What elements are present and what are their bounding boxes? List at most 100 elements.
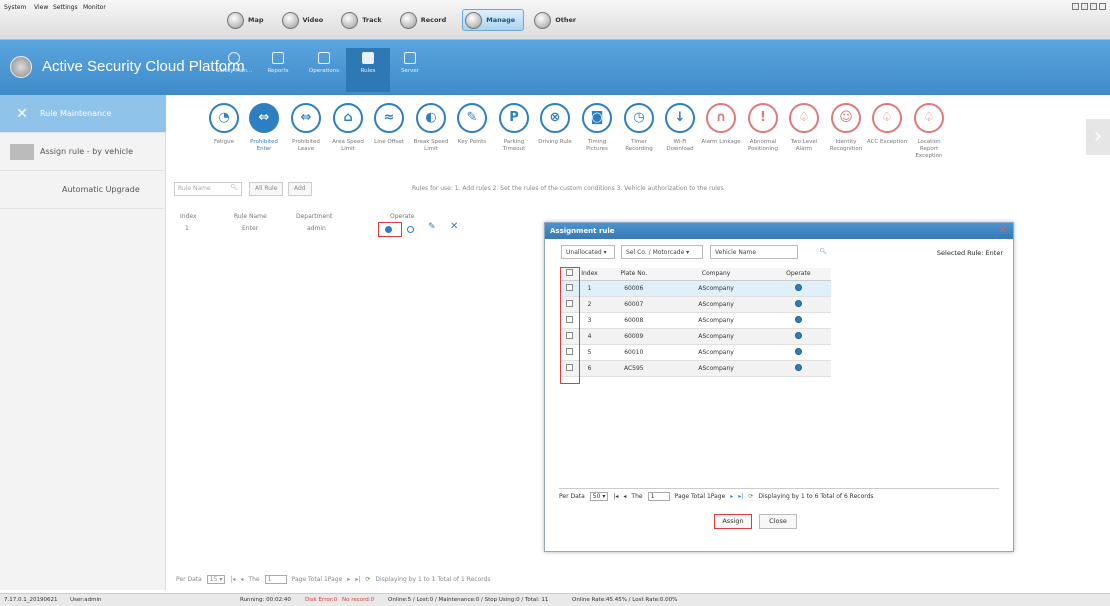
dialog-prev-page-icon[interactable]: ◂ [623,493,626,500]
assign-button[interactable]: Assign [714,514,752,529]
allocation-filter-select[interactable]: Unallocated ▾ [561,245,615,259]
table-row[interactable]: 2 60007 AScompany [561,296,831,313]
track-icon [341,11,359,29]
page-number-input[interactable]: 1 [264,574,287,584]
next-page-icon[interactable]: ▸ [347,576,350,583]
tab-reports[interactable]: Reports [256,48,300,92]
platform-logo-icon [10,56,32,78]
online-rate-label: Online Rate:45.45% / Lost Rate:0.00% [572,597,678,603]
module-track-button[interactable]: Track [339,9,390,31]
rule-wifi-download[interactable]: ↓ Wi-Fi Download [659,103,701,153]
rule-area-speed-limit[interactable]: ⌂ Area Speed Limit [327,103,369,153]
table-row[interactable]: 1 60006 AScompany [561,280,831,297]
menu-system[interactable]: System [4,4,26,11]
assign-gear-icon[interactable] [794,299,802,307]
edit-icon[interactable]: ✎ [428,222,436,232]
menu-monitor[interactable]: Monitor [83,4,106,11]
first-page-icon[interactable]: |◂ [230,576,235,583]
dialog-next-page-icon[interactable]: ▸ [730,493,733,500]
settings-window-icon[interactable] [1072,3,1079,10]
company-motorcade-select[interactable]: Sel Co. / Motorcade ▾ [621,245,703,259]
rule-identity-recognition[interactable]: ☺ Identity Recognition [825,103,867,153]
search-icon[interactable]: 🔍︎ [230,184,238,191]
col-vehicle-index: Index [577,268,602,281]
module-record-button[interactable]: Record [398,9,455,31]
rule-timing-pictures[interactable]: ◙ Timing Pictures [576,103,618,153]
tab-safety-management[interactable]: Safety Man... [212,48,256,92]
rule-prohibited-leave[interactable]: ⇔ Prohibited Leave [285,103,327,153]
module-map-button[interactable]: Map [225,9,272,31]
camera-icon: ◙ [582,103,612,133]
assign-gear-icon[interactable] [794,283,802,291]
table-row[interactable]: 5 60010 AScompany [561,344,831,361]
rule-two-level-alarm[interactable]: ♤ Two Level Alarm [783,103,825,153]
menu-settings[interactable]: Settings [53,4,78,11]
driving-rule-icon: ⊗ [540,103,570,133]
rule-prohibited-enter[interactable]: ⇔ Prohibited Enter [243,103,285,153]
settings-icon[interactable] [407,226,414,233]
rule-toolbar: Rule Name 🔍︎ All Rule Add Rules for use: … [174,180,1104,202]
manage-icon [465,11,483,29]
sidebar-item-automatic-upgrade[interactable]: Automatic Upgrade [0,171,166,209]
dialog-per-page-select[interactable]: 50 ▾ [589,492,609,501]
vehicle-name-input[interactable]: Vehicle Name 🔍︎ [710,245,827,259]
operations-icon [318,52,330,64]
next-rules-button[interactable]: › [1086,119,1110,155]
assign-gear-icon[interactable] [794,347,802,355]
sidebar-item-rule-maintenance[interactable]: ✕ Rule Maintenance [0,95,166,133]
rule-type-bar: ◔ Fatigue ⇔ Prohibited Enter ⇔ Prohibited L… [167,95,1110,179]
dialog-page-input[interactable]: 1 [647,492,670,501]
rule-location-report-exception[interactable]: ♤ Location Report Exception [908,103,950,160]
rule-acc-exception[interactable]: ♤ ACC Exception [866,103,908,146]
close-icon[interactable]: ✕ [999,225,1007,236]
assignment-rule-dialog: Assignment rule ✕ Unallocated ▾ Sel Co. … [544,222,1014,552]
add-rule-button[interactable]: Add [288,182,312,196]
assign-gear-icon[interactable] [794,315,802,323]
close-button[interactable]: Close [759,514,797,529]
rule-alarm-linkage[interactable]: ∩ Alarm Linkage [700,103,742,146]
per-page-select[interactable]: 15 ▾ [206,574,226,584]
rule-name-search-input[interactable]: Rule Name 🔍︎ [174,182,242,196]
vehicle-search-icon[interactable]: 🔍︎ [819,248,827,255]
menu-view[interactable]: View [34,4,48,11]
dialog-first-page-icon[interactable]: |◂ [613,493,618,500]
checkbox-column-highlight [560,267,580,384]
rule-driving-rule[interactable]: ⊗ Driving Rule [534,103,576,146]
vehicle-icon [10,143,34,160]
rule-break-speed-limit[interactable]: ◐ Break Speed Limit [410,103,452,153]
last-page-icon[interactable]: ▸| [355,576,360,583]
tab-operations[interactable]: Operations [302,48,346,92]
col-vehicle-operate: Operate [765,268,831,281]
dialog-last-page-icon[interactable]: ▸| [738,493,743,500]
assign-icon-highlight [378,222,402,237]
maximize-icon[interactable] [1090,3,1097,10]
table-row[interactable]: 6 AC595 AScompany [561,360,831,377]
assign-gear-icon[interactable] [794,331,802,339]
rule-fatigue[interactable]: ◔ Fatigue [203,103,245,146]
table-row[interactable]: 4 60009 AScompany [561,328,831,345]
car-enter-icon: ⇔ [249,103,279,133]
rule-key-points[interactable]: ✎ Key Points [451,103,493,146]
module-manage-button[interactable]: Manage [462,9,525,31]
delete-icon[interactable]: ✕ [450,221,458,232]
all-rule-button[interactable]: All Rule [249,182,284,196]
dialog-refresh-icon[interactable]: ⟳ [748,493,753,500]
alarm-linkage-icon: ∩ [706,103,736,133]
tab-server[interactable]: Server [388,48,432,92]
sidebar-item-assign-rule-by-vehicle[interactable]: Assign rule - by vehicle [0,133,166,171]
assign-gear-icon[interactable] [794,363,802,371]
tab-rules[interactable]: Rules [346,48,390,92]
minimize-icon[interactable] [1081,3,1088,10]
close-window-icon[interactable] [1099,3,1106,10]
prev-page-icon[interactable]: ◂ [240,576,243,583]
table-row[interactable]: 3 60008 AScompany [561,312,831,329]
rule-timer-recording[interactable]: ◷ Timer Recording [618,103,660,153]
rule-parking-timeout[interactable]: P Parking Timeout [493,103,535,153]
status-bar: 7.17.0.1_20190621 User:admin Running: 00… [0,593,1110,606]
refresh-icon[interactable]: ⟳ [365,576,370,583]
rule-abnormal-positioning[interactable]: ! Abnormal Positioning [742,103,784,153]
wrench-icon: ✕ [16,105,28,122]
rule-line-offset[interactable]: ≈ Line Offset [368,103,410,146]
module-video-button[interactable]: Video [280,9,332,31]
module-other-button[interactable]: Other [532,9,584,31]
